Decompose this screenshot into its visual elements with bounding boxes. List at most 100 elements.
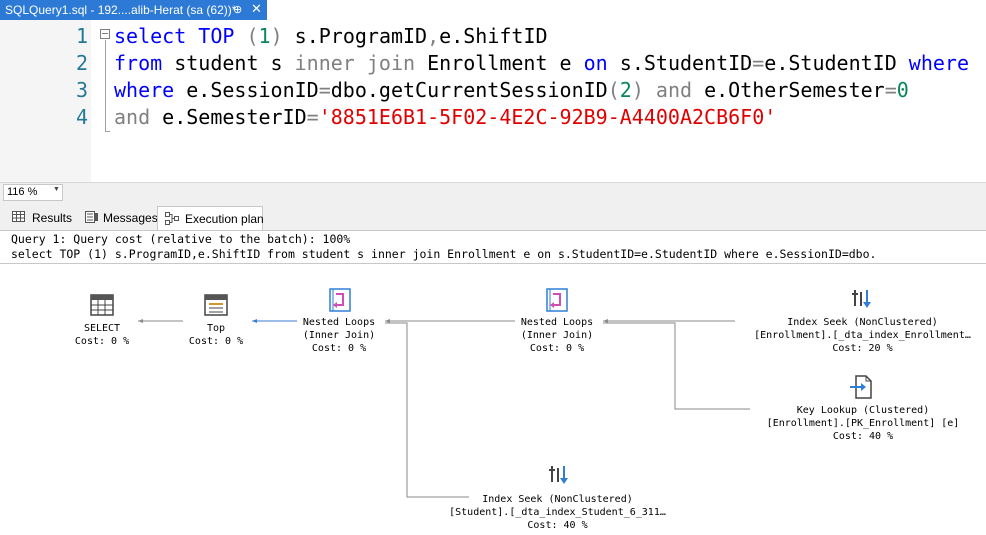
node-cost: Cost: 0 % <box>311 343 367 354</box>
node-label: Nested Loops <box>302 317 376 328</box>
code-text[interactable]: select TOP (1) s.ProgramID,e.ShiftID from… <box>114 23 969 131</box>
code-token: e.StudentID <box>764 51 909 75</box>
chevron-down-icon: ▼ <box>53 186 60 193</box>
code-token: and <box>655 78 693 102</box>
code-token: ) <box>270 24 283 48</box>
node-cost: Cost: 0 % <box>529 343 585 354</box>
code-token: TOP <box>198 24 235 48</box>
plan-node-top[interactable]: Top Cost: 0 % <box>166 322 266 348</box>
node-label: Index Seek (NonClustered) <box>787 317 938 328</box>
code-line[interactable]: and e.SemesterID='8851E6B1-5F02-4E2C-92B… <box>114 104 969 131</box>
close-icon[interactable]: ✕ <box>251 1 262 17</box>
execution-plan-canvas: SELECT Cost: 0 % Top Cost: 0 % Nested Lo… <box>0 264 986 535</box>
code-token: where <box>908 51 969 75</box>
code-token: e.ShiftID <box>439 24 548 48</box>
code-token: inner <box>294 51 355 75</box>
plan-node-index-seek-student[interactable]: Index Seek (NonClustered) [Student].[_dt… <box>430 493 685 532</box>
code-token: , <box>427 24 440 48</box>
code-token: and <box>114 105 151 129</box>
code-token: ( <box>246 24 259 48</box>
node-label: Nested Loops <box>520 317 594 328</box>
code-line[interactable]: select TOP (1) s.ProgramID,e.ShiftID <box>114 23 969 50</box>
node-label: Key Lookup (Clustered) <box>796 405 930 416</box>
zoom-dropdown[interactable]: 116 % ▼ <box>3 184 63 201</box>
code-token: = <box>752 51 765 75</box>
line-number: 2 <box>75 51 88 75</box>
code-token: e.OtherSemester <box>692 78 885 102</box>
code-token: Enrollment e <box>415 51 584 75</box>
document-tab[interactable]: SQLQuery1.sql - 192....alib-Herat (sa (6… <box>0 0 267 20</box>
fold-guide <box>105 40 106 132</box>
plan-node-key-lookup[interactable]: Key Lookup (Clustered) [Enrollment].[PK_… <box>748 404 978 443</box>
collapse-icon[interactable] <box>100 29 110 39</box>
zoom-bar: 116 % ▼ <box>0 182 986 202</box>
query-editor[interactable]: 1 2 3 4 select TOP (1) s.ProgramID,e.Shi… <box>0 20 986 182</box>
node-detail: (Inner Join) <box>520 330 594 341</box>
node-label: SELECT <box>83 323 121 334</box>
code-token: where <box>114 78 175 102</box>
node-cost: Cost: 20 % <box>832 343 893 354</box>
code-line[interactable]: where e.SessionID=dbo.getCurrentSessionI… <box>114 77 969 104</box>
line-number: 3 <box>75 78 88 102</box>
index-seek-icon[interactable] <box>548 464 570 486</box>
code-token: = <box>306 105 319 129</box>
grid-icon <box>12 211 25 222</box>
code-token: e.SessionID <box>174 78 319 102</box>
key-lookup-icon[interactable] <box>849 375 873 399</box>
plan-node-index-seek-enrollment[interactable]: Index Seek (NonClustered) [Enrollment].[… <box>735 316 986 355</box>
node-label: Index Seek (NonClustered) <box>482 494 633 505</box>
node-cost: Cost: 40 % <box>832 431 894 442</box>
tab-label: Messages <box>103 211 158 225</box>
code-token: 0 <box>896 78 909 102</box>
query-sql-line: select TOP (1) s.ProgramID,e.ShiftID fro… <box>11 247 877 261</box>
plan-node-select[interactable]: SELECT Cost: 0 % <box>52 322 152 348</box>
line-number: 4 <box>75 105 88 129</box>
tab-results[interactable]: Results <box>5 206 77 228</box>
code-token: s.ProgramID <box>282 24 428 48</box>
query-cost-line: Query 1: Query cost (relative to the bat… <box>11 232 351 246</box>
code-token: e.SemesterID <box>150 105 307 129</box>
code-token: select <box>114 24 187 48</box>
fold-guide-end <box>105 131 110 132</box>
document-tab-title: SQLQuery1.sql - 192....alib-Herat (sa (6… <box>5 3 237 17</box>
node-cost: Cost: 40 % <box>527 520 588 531</box>
line-number: 1 <box>75 24 88 48</box>
index-seek-icon[interactable] <box>851 288 873 310</box>
code-token: ) <box>631 78 644 102</box>
code-token: = <box>884 78 897 102</box>
node-cost: Cost: 0 % <box>74 336 130 347</box>
code-token: '8851E6B1-5F02-4E2C-92B9-A4400A2CB6F0' <box>318 105 777 129</box>
node-detail: [Student].[_dta_index_Student_6_311… <box>449 507 666 518</box>
code-line[interactable]: from student s inner join Enrollment e o… <box>114 50 969 77</box>
code-token: join <box>366 51 416 75</box>
code-token: from <box>114 51 163 75</box>
connector <box>603 322 750 410</box>
top-icon[interactable] <box>204 294 228 316</box>
document-tab-strip: SQLQuery1.sql - 192....alib-Herat (sa (6… <box>0 0 986 20</box>
code-token: 1 <box>258 24 271 48</box>
code-token: 2 <box>619 78 632 102</box>
code-token: = <box>318 78 331 102</box>
plan-node-nested-loops[interactable]: Nested Loops (Inner Join) Cost: 0 % <box>277 316 401 355</box>
messages-icon <box>85 211 98 223</box>
tab-execution-plan[interactable]: Execution plan <box>157 206 264 230</box>
node-label: Top <box>206 323 226 334</box>
nested-loops-icon[interactable] <box>546 288 568 312</box>
nested-loops-icon[interactable] <box>329 288 351 312</box>
plan-node-nested-loops[interactable]: Nested Loops (Inner Join) Cost: 0 % <box>495 316 619 355</box>
node-detail: (Inner Join) <box>302 330 376 341</box>
plan-header: Query 1: Query cost (relative to the bat… <box>0 231 986 264</box>
node-detail: [Enrollment].[PK_Enrollment] [e] <box>766 418 960 429</box>
node-detail: [Enrollment].[_dta_index_Enrollment… <box>754 330 971 341</box>
pin-icon[interactable]: ⊕ <box>233 3 242 16</box>
select-icon[interactable] <box>90 294 114 316</box>
zoom-value: 116 % <box>7 186 38 198</box>
tab-label: Results <box>32 211 73 225</box>
tab-label: Execution plan <box>185 212 264 226</box>
tab-messages[interactable]: Messages <box>78 206 158 228</box>
code-token: on <box>583 51 608 75</box>
